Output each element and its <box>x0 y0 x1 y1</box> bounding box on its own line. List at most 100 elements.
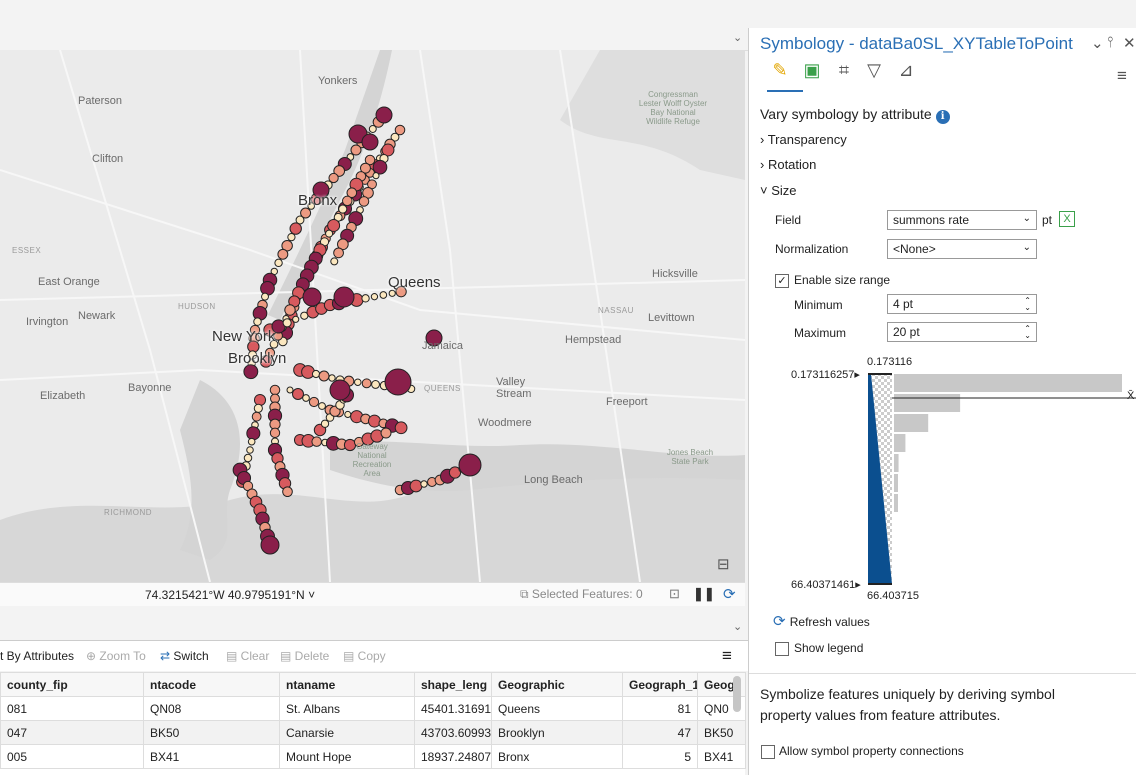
map-point[interactable] <box>286 386 294 394</box>
map-point[interactable] <box>302 394 310 402</box>
size-expander[interactable]: ˅ Size <box>760 183 797 198</box>
table-cell[interactable]: BX41 <box>143 744 280 769</box>
map-point[interactable] <box>333 247 344 259</box>
map-point[interactable] <box>243 453 253 463</box>
map-point[interactable] <box>253 317 262 326</box>
copy-button[interactable]: ▤ Copy <box>343 649 386 663</box>
table-cell[interactable]: Canarsie <box>279 720 415 745</box>
table-cell[interactable]: 81 <box>622 696 698 721</box>
table-cell[interactable]: Queens <box>491 696 623 721</box>
column-header[interactable]: Geograph_1 <box>622 672 698 697</box>
minimum-spinner[interactable]: 4 pt ⌃ ⌄ <box>887 294 1037 314</box>
selected-features[interactable]: ⧉ Selected Features: 0 <box>520 587 643 602</box>
histogram-top-handle[interactable]: 0.173116257▸ <box>791 368 860 381</box>
map-point[interactable] <box>350 144 362 156</box>
map-point[interactable] <box>253 403 263 413</box>
normalization-dropdown[interactable]: <None> ⌄ <box>887 239 1037 259</box>
column-header[interactable]: ntaname <box>279 672 415 697</box>
map-point[interactable] <box>274 258 283 268</box>
enable-size-range-checkbox[interactable]: ✓ <box>775 274 789 288</box>
column-header[interactable]: ntacode <box>143 672 280 697</box>
spinner-arrows-icon[interactable]: ⌃ ⌄ <box>1024 325 1031 340</box>
tab-advanced[interactable]: ⊿ <box>893 60 919 86</box>
map-point[interactable] <box>370 293 379 301</box>
map-point[interactable] <box>292 388 304 400</box>
column-header[interactable]: county_fip <box>0 672 144 697</box>
map-point[interactable] <box>388 289 396 297</box>
map-point[interactable] <box>284 304 296 316</box>
map-point[interactable] <box>379 291 388 299</box>
table-cell[interactable]: QN08 <box>143 696 280 721</box>
table-cell[interactable]: 081 <box>0 696 144 721</box>
tab-symbol-filters[interactable]: ▽ <box>861 60 887 86</box>
map-point[interactable] <box>384 368 412 396</box>
tab-vary-by-attribute[interactable]: ▣ <box>799 60 825 86</box>
table-cell[interactable]: BK50 <box>143 720 280 745</box>
attribute-table[interactable]: county_fip ntacode ntaname shape_leng Ge… <box>0 672 746 775</box>
map-point[interactable] <box>318 402 326 410</box>
table-cell[interactable]: 43703.609937 <box>414 720 492 745</box>
switch-button[interactable]: ⇄ Switch <box>160 649 209 663</box>
zoom-to-button[interactable]: ⊕ Zoom To <box>86 649 146 663</box>
coordinate-readout[interactable]: 74.3215421°W 40.9795191°N ˅ <box>145 588 315 602</box>
map-point[interactable] <box>277 248 289 260</box>
allow-connections-checkbox[interactable] <box>761 745 775 759</box>
map-point[interactable] <box>269 384 281 396</box>
close-icon[interactable]: ✕ <box>1123 34 1136 52</box>
pane-menu-icon[interactable]: ≡ <box>1117 66 1127 86</box>
tab-primary-symbology[interactable]: ✎ <box>767 60 793 86</box>
map-overview-icon[interactable]: ⊟ <box>717 555 730 573</box>
spinner-arrows-icon[interactable]: ⌃ ⌄ <box>1024 297 1031 312</box>
show-legend-checkbox[interactable] <box>775 642 789 656</box>
column-header[interactable]: Geographic <box>491 672 623 697</box>
table-cell[interactable]: Mount Hope <box>279 744 415 769</box>
map-point[interactable] <box>308 396 320 408</box>
map-point[interactable] <box>371 380 380 389</box>
map-point[interactable] <box>246 426 261 441</box>
map-point[interactable] <box>260 280 275 296</box>
table-cell[interactable]: Bronx <box>491 744 623 769</box>
map-point[interactable] <box>246 446 254 454</box>
column-header[interactable]: shape_leng <box>414 672 492 697</box>
table-menu-icon[interactable]: ≡ <box>722 646 732 666</box>
map-point[interactable] <box>311 369 321 379</box>
clear-button[interactable]: ▤ Clear <box>226 649 269 663</box>
map-point[interactable] <box>320 419 330 428</box>
transparency-expander[interactable]: › Transparency <box>760 132 847 147</box>
map-point[interactable] <box>260 535 280 555</box>
map-point[interactable] <box>372 159 388 175</box>
map-point[interactable] <box>358 196 370 207</box>
table-cell[interactable]: BX41 <box>697 744 746 769</box>
table-cell[interactable]: BK50 <box>697 720 746 745</box>
table-row[interactable]: 005 BX41 Mount Hope 18937.248075 Bronx 5… <box>0 744 746 769</box>
table-cell[interactable]: 047 <box>0 720 144 745</box>
refresh-values-button[interactable]: ⟳ Refresh values <box>773 612 870 630</box>
map-point[interactable] <box>344 410 352 418</box>
map-point[interactable] <box>354 378 362 386</box>
table-row[interactable]: 081 QN08 St. Albans 45401.316915 Queens … <box>0 696 746 721</box>
map-view[interactable]: Yonkers Paterson Clifton ESSEX East Orange HU… <box>0 50 745 582</box>
map-point[interactable] <box>253 393 267 407</box>
table-cell[interactable]: 47 <box>622 720 698 745</box>
map-point[interactable] <box>409 479 423 493</box>
select-by-attributes-button[interactable]: t By Attributes <box>0 649 74 663</box>
map-point[interactable] <box>318 370 330 382</box>
map-point[interactable] <box>311 436 322 447</box>
map-point[interactable] <box>333 286 355 308</box>
table-cell[interactable]: 45401.316915 <box>414 696 492 721</box>
pin-icon[interactable]: ⫯ <box>1107 34 1114 51</box>
map-point[interactable] <box>361 378 372 389</box>
pause-icon[interactable]: ❚❚ <box>693 586 715 602</box>
map-point[interactable] <box>367 414 381 428</box>
table-cell[interactable]: Brooklyn <box>491 720 623 745</box>
map-point[interactable] <box>269 427 281 439</box>
map-point[interactable] <box>328 374 336 382</box>
delete-button[interactable]: ▤ Delete <box>280 649 329 663</box>
map-point[interactable] <box>394 421 408 435</box>
map-point[interactable] <box>329 379 351 401</box>
chevron-down-icon[interactable]: ⌄ <box>733 31 742 44</box>
info-icon[interactable]: i <box>935 110 950 124</box>
map-point[interactable] <box>380 427 392 439</box>
map-point[interactable] <box>302 287 322 307</box>
table-cell[interactable]: 005 <box>0 744 144 769</box>
